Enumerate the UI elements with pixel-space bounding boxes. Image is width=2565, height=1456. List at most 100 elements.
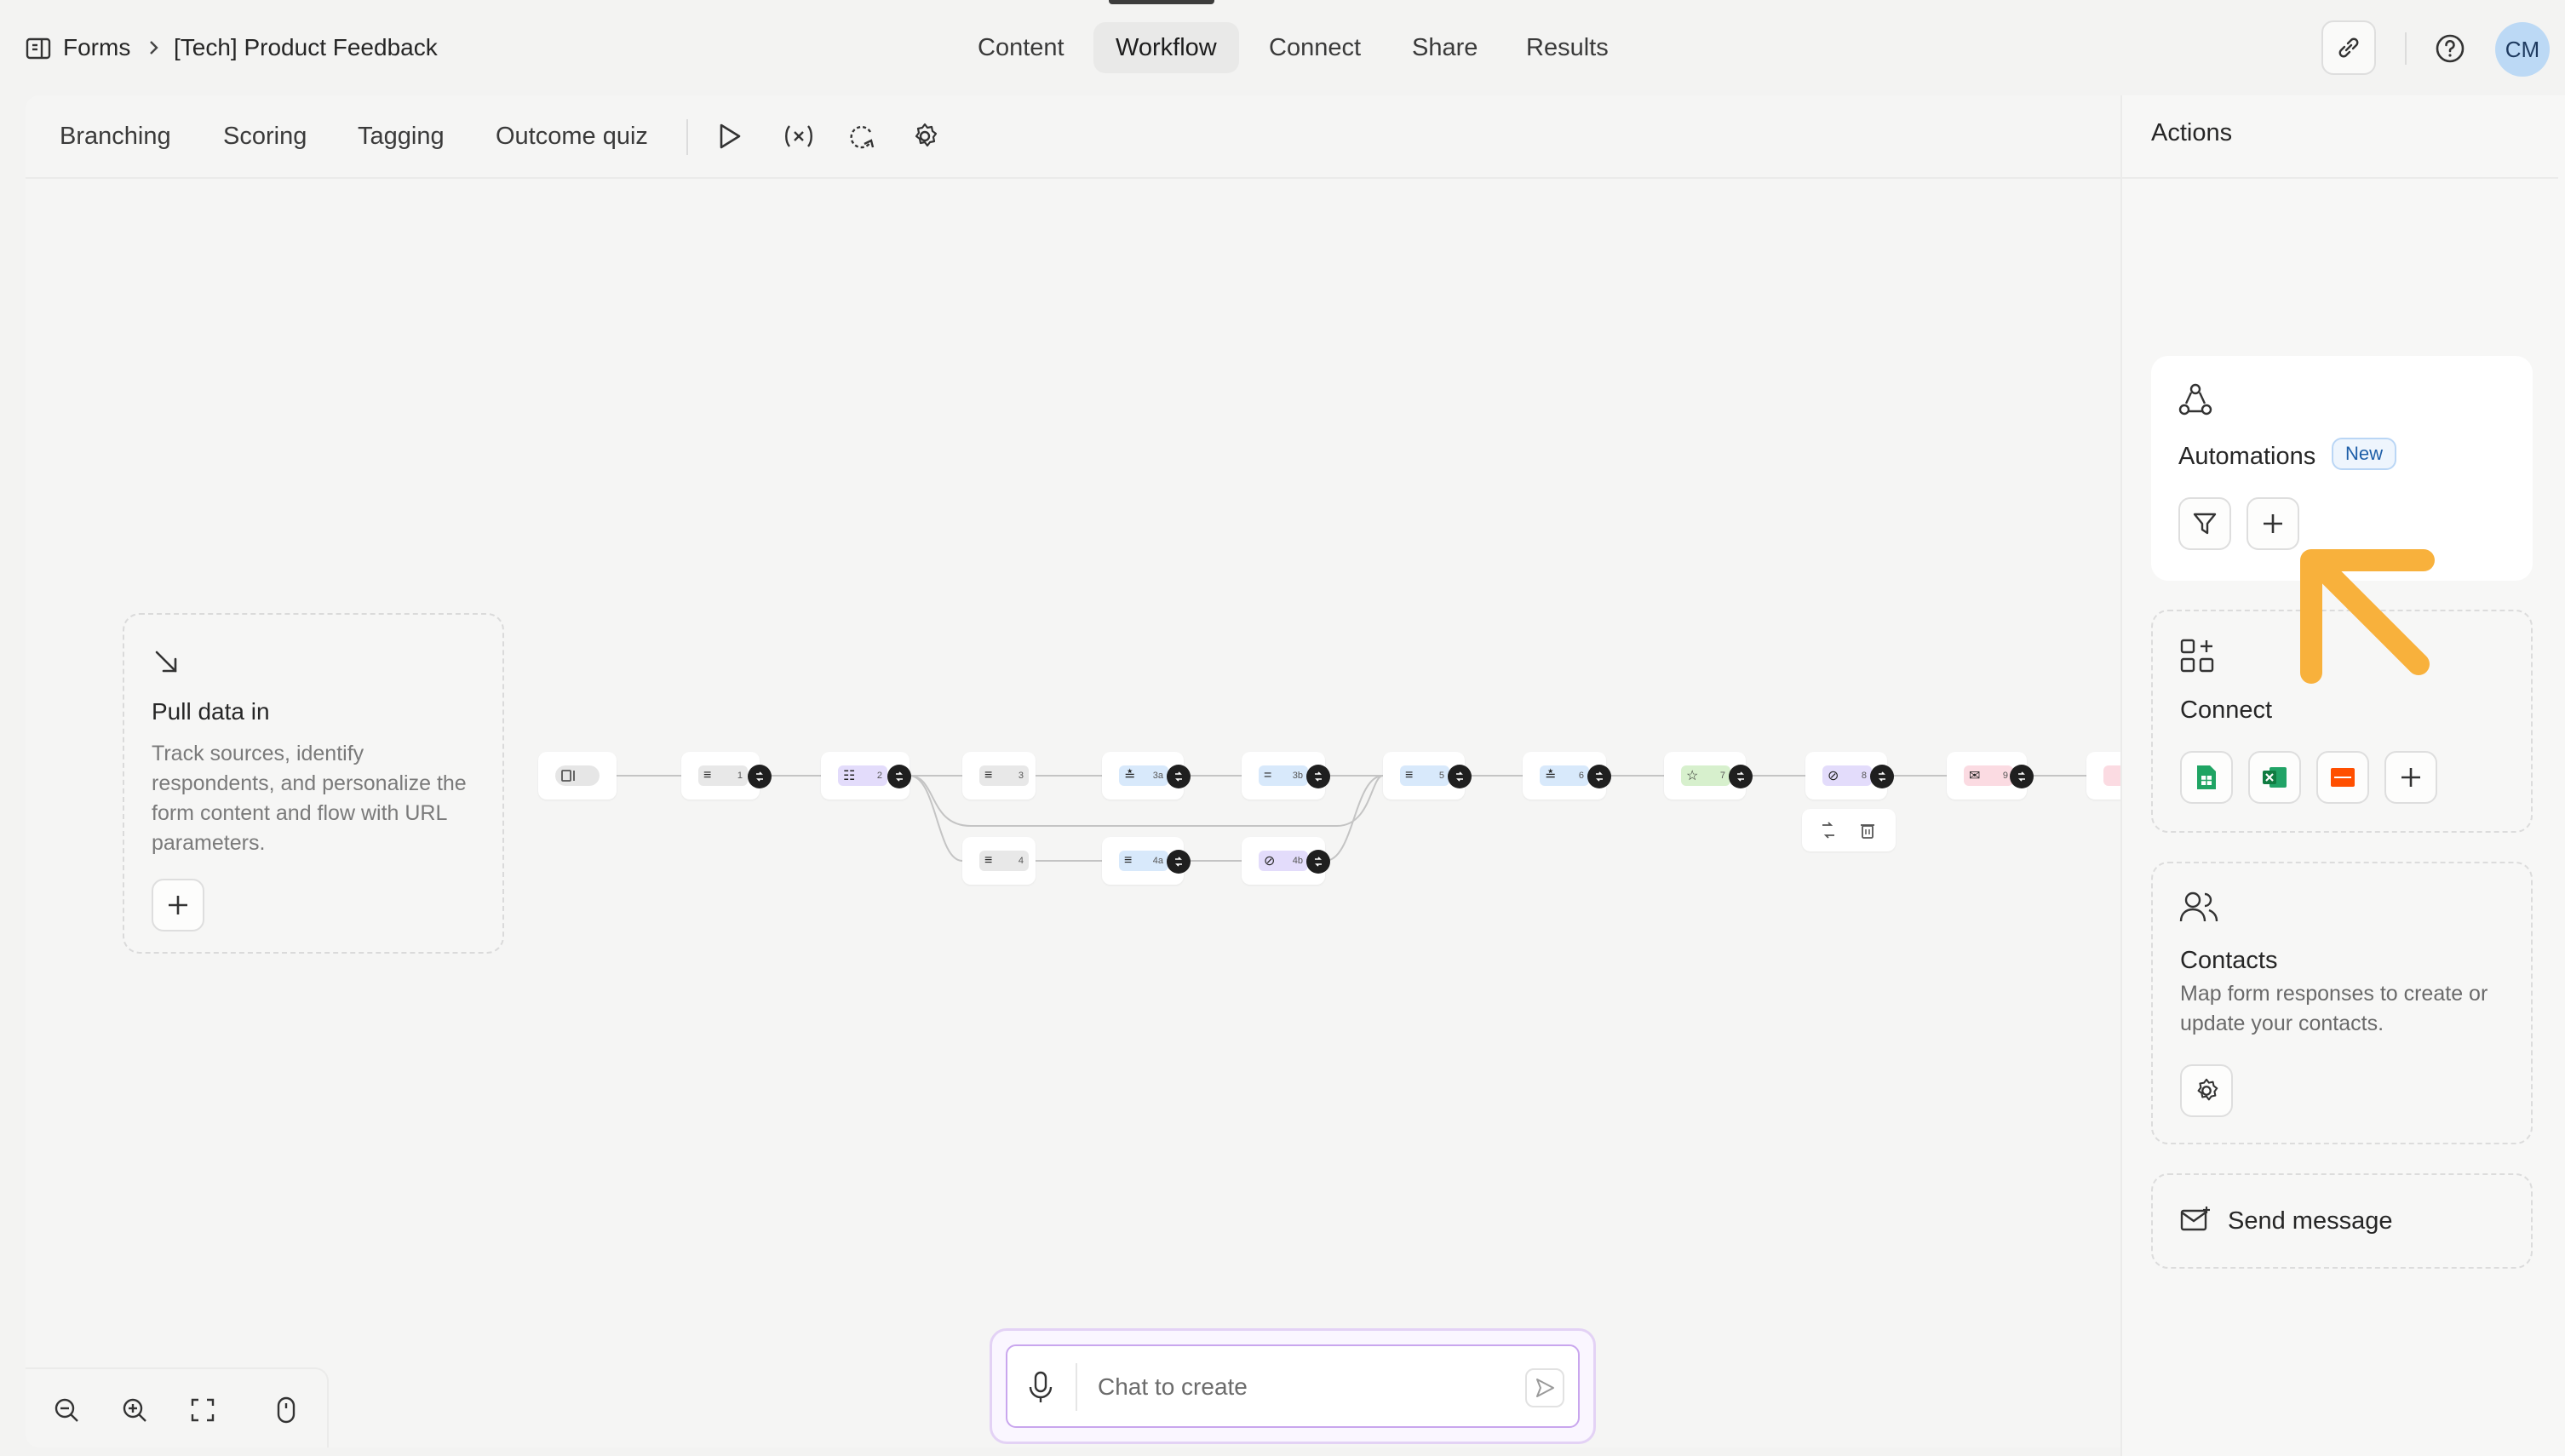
actions-panel: Actions Automations New Connect Contacts… xyxy=(2120,95,2565,1456)
node-label: 5 xyxy=(1438,771,1444,781)
help-button[interactable] xyxy=(2429,27,2471,70)
filter-button[interactable] xyxy=(2178,497,2231,550)
branch-dot[interactable] xyxy=(2010,765,2034,788)
plus-icon xyxy=(2264,514,2282,533)
chat-divider xyxy=(1076,1363,1077,1411)
workflow-canvas[interactable]: Branching Scoring Tagging Outcome quiz P… xyxy=(26,95,2120,1447)
node-pill: ≡ 1 xyxy=(698,765,748,786)
node-label: 4b xyxy=(1292,856,1303,866)
flow-node-4[interactable]: ≡ 4 xyxy=(962,837,1036,885)
node-label: 3b xyxy=(1292,771,1303,781)
gear-icon xyxy=(2197,1078,2218,1101)
chevron-right-icon xyxy=(146,39,162,56)
users-icon xyxy=(2178,889,2219,926)
excel-button[interactable] xyxy=(2248,751,2301,804)
mouse-icon[interactable] xyxy=(267,1391,305,1429)
zoom-controls xyxy=(26,1367,329,1447)
add-automation-button[interactable] xyxy=(2247,497,2299,550)
actions-title: Actions xyxy=(2151,119,2233,146)
google-sheets-icon xyxy=(2197,765,2216,789)
zapier-icon xyxy=(2331,768,2355,787)
node-label: 2 xyxy=(876,771,882,781)
branch-dot[interactable] xyxy=(1587,765,1611,788)
node-pill: ≡ 5 xyxy=(1400,765,1449,786)
apps-icon xyxy=(2178,637,2216,674)
microphone-icon[interactable] xyxy=(1026,1370,1055,1404)
new-badge: New xyxy=(2332,438,2397,470)
text-icon: = xyxy=(1264,768,1272,782)
node-label: 8 xyxy=(1861,771,1867,781)
flow-node-3[interactable]: ≡ 3 xyxy=(962,752,1036,800)
list-icon: ≡ xyxy=(984,853,993,868)
trash-icon[interactable] xyxy=(1858,821,1877,840)
actions-divider xyxy=(2122,177,2558,179)
mail-icon xyxy=(2103,765,2120,786)
send-button[interactable] xyxy=(1525,1368,1564,1407)
flow-node-end[interactable] xyxy=(2086,752,2120,800)
node-pill: ≡ 4a xyxy=(1119,851,1168,871)
zapier-button[interactable] xyxy=(2316,751,2369,804)
send-message-title: Send message xyxy=(2228,1207,2393,1235)
annotation-arrow-icon xyxy=(2300,549,2435,684)
chat-input[interactable] xyxy=(1096,1367,1505,1407)
tab-workflow[interactable]: Workflow xyxy=(1093,22,1239,73)
branch-dot[interactable] xyxy=(1870,765,1894,788)
active-tab-indicator xyxy=(1109,0,1214,4)
text-icon: ≡ xyxy=(1405,768,1414,782)
tab-results[interactable]: Results xyxy=(1504,22,1631,73)
toolbar-divider xyxy=(2405,32,2407,65)
help-icon xyxy=(2436,34,2465,63)
branch-dot[interactable] xyxy=(1167,765,1191,788)
add-integration-button[interactable] xyxy=(2384,751,2437,804)
node-label: 6 xyxy=(1578,771,1584,781)
node-pill: ≡ 4 xyxy=(979,851,1029,871)
node-pill: = 3b xyxy=(1259,765,1308,786)
top-bar: Forms [Tech] Product Feedback Content Wo… xyxy=(0,0,2565,95)
forms-icon[interactable] xyxy=(26,37,51,60)
connect-title: Connect xyxy=(2180,696,2273,724)
zoom-in-icon[interactable] xyxy=(116,1391,153,1429)
tab-share[interactable]: Share xyxy=(1390,22,1500,73)
breadcrumb-root[interactable]: Forms xyxy=(63,32,130,63)
rating-icon: ≛ xyxy=(1124,769,1136,783)
zoom-out-icon[interactable] xyxy=(48,1391,85,1429)
fit-to-screen-icon[interactable] xyxy=(184,1391,221,1429)
send-mail-icon xyxy=(2180,1206,2211,1233)
branch-dot[interactable] xyxy=(748,765,772,788)
node-pill: ✉ 9 xyxy=(1964,765,2013,786)
tab-content[interactable]: Content xyxy=(955,22,1087,73)
branch-dot[interactable] xyxy=(1306,850,1330,874)
list-icon: ≡ xyxy=(984,768,993,782)
contacts-card: Contacts Map form responses to create or… xyxy=(2151,862,2533,1144)
node-pill: ⊘ 8 xyxy=(1822,765,1872,786)
node-pill: ≡ 3 xyxy=(979,765,1029,786)
link-icon xyxy=(2338,37,2359,58)
filter-icon xyxy=(2193,513,2217,535)
excel-icon xyxy=(2263,767,2287,788)
google-sheets-button[interactable] xyxy=(2180,751,2233,804)
mail-icon: ✉ xyxy=(1969,769,1981,783)
automation-icon xyxy=(2177,381,2214,419)
start-node[interactable] xyxy=(538,752,617,800)
node-pill: ≛ 3a xyxy=(1119,765,1168,786)
branch-dot[interactable] xyxy=(1448,765,1472,788)
node-label: 7 xyxy=(1719,771,1725,781)
branch-dot[interactable] xyxy=(1167,850,1191,874)
send-icon xyxy=(1536,1379,1554,1397)
copy-link-button[interactable] xyxy=(2321,20,2376,75)
node-label: 4 xyxy=(1018,856,1024,866)
branch-dot[interactable] xyxy=(887,765,911,788)
node-label: 3a xyxy=(1152,771,1163,781)
tab-connect[interactable]: Connect xyxy=(1247,22,1383,73)
node-pill: ≛ 6 xyxy=(1540,765,1589,786)
avatar[interactable]: CM xyxy=(2495,22,2550,77)
branch-dot[interactable] xyxy=(1306,765,1330,788)
node-pill: ⊘ 4b xyxy=(1259,851,1308,871)
contacts-settings-button[interactable] xyxy=(2180,1064,2233,1117)
branch-icon[interactable] xyxy=(1819,821,1838,840)
branch-dot[interactable] xyxy=(1729,765,1753,788)
send-message-card[interactable]: Send message xyxy=(2151,1173,2533,1269)
node-pill: ☷ 2 xyxy=(838,765,887,786)
list-icon: ≡ xyxy=(703,768,712,782)
text-icon: ≡ xyxy=(1124,853,1133,868)
